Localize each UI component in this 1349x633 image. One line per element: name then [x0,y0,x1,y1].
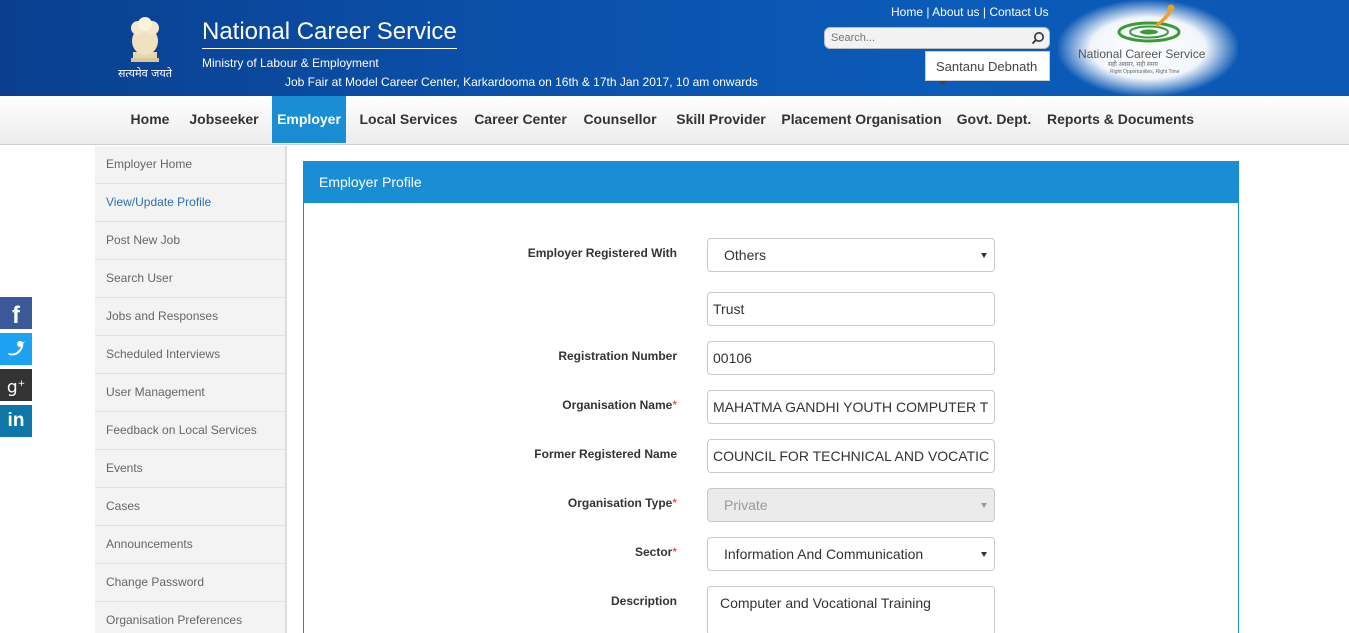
sidebar-item-jobs-and-responses[interactable]: Jobs and Responses [95,298,285,336]
former-registered-name-input[interactable]: COUNCIL FOR TECHNICAL AND VOCATIC [707,439,995,473]
organisation-type-select: Private [707,488,995,522]
label-organisation-type: Organisation Type* [377,496,677,510]
ncs-logo-icon [1117,4,1181,43]
linkedin-icon[interactable]: in [0,405,32,437]
google-plus-icon[interactable]: g+ [0,369,32,401]
search-icon[interactable] [1031,31,1045,45]
nav-placement-organisation[interactable]: Placement Organisation [776,96,947,143]
sidebar-item-employer-home[interactable]: Employer Home [95,146,285,184]
employer-sidebar: Employer Home View/Update Profile Post N… [95,146,287,633]
facebook-icon[interactable]: f [0,297,32,329]
label-organisation-name: Organisation Name* [377,398,677,412]
emblem-icon [131,17,159,62]
sidebar-item-announcements[interactable]: Announcements [95,526,285,564]
label-text: Organisation Type [567,496,673,510]
twitter-bird-icon [8,341,25,356]
nav-local-services[interactable]: Local Services [350,96,467,143]
label-description: Description [377,594,677,608]
nav-home[interactable]: Home [120,96,180,143]
nav-counsellor[interactable]: Counsellor [574,96,666,143]
label-former-registered-name: Former Registered Name [377,447,677,461]
required-mark: * [672,496,677,510]
label-text: Sector [634,545,673,559]
label-employer-registered-with: Employer Registered With [377,246,677,260]
sidebar-item-post-new-job[interactable]: Post New Job [95,222,285,260]
about-us-link[interactable]: About us [932,5,979,19]
sidebar-item-feedback-local-services[interactable]: Feedback on Local Services [95,412,285,450]
search-input[interactable] [825,28,1020,48]
ncs-logo[interactable]: National Career Service सही अवसर, सही सम… [1058,0,1238,96]
nav-career-center[interactable]: Career Center [467,96,574,143]
top-links: Home | About us | Contact Us [891,5,1049,19]
search-box [824,27,1050,49]
nav-skill-provider[interactable]: Skill Provider [666,96,776,143]
label-text: Organisation Name [562,398,673,412]
logo-subtext: सही अवसर, सही समय [1108,62,1158,68]
emblem-motto: सत्यमेव जयते [117,67,172,80]
nav-employer[interactable]: Employer [272,96,346,143]
site-title[interactable]: National Career Service [202,18,457,49]
sidebar-item-organisation-preferences[interactable]: Organisation Preferences [95,602,285,633]
site-header: सत्यमेव जयते National Career Service Min… [0,0,1349,96]
label-sector: Sector* [377,545,677,559]
employer-profile-panel: Employer Profile Employer Registered Wit… [303,161,1239,633]
nav-reports-documents[interactable]: Reports & Documents [1041,96,1200,143]
caret-down-icon [939,80,947,85]
employer-registered-with-select[interactable]: Others [707,238,995,272]
national-emblem: सत्यमेव जयते [113,8,177,84]
sector-select[interactable]: Information And Communication [707,537,995,571]
sidebar-item-view-update-profile[interactable]: View/Update Profile [95,184,285,222]
sidebar-item-events[interactable]: Events [95,450,285,488]
label-registration-number: Registration Number [377,349,677,363]
nav-jobseeker[interactable]: Jobseeker [180,96,268,143]
contact-us-link[interactable]: Contact Us [989,5,1048,19]
sidebar-item-search-user[interactable]: Search User [95,260,285,298]
organisation-name-input[interactable]: MAHATMA GANDHI YOUTH COMPUTER T [707,390,995,424]
user-name: Santanu Debnath [936,59,1038,74]
sidebar-item-user-management[interactable]: User Management [95,374,285,412]
sidebar-item-scheduled-interviews[interactable]: Scheduled Interviews [95,336,285,374]
sidebar-item-cases[interactable]: Cases [95,488,285,526]
logo-text: National Career Service [1078,47,1206,61]
main-nav: Home Jobseeker Employer Local Services C… [0,96,1349,145]
news-ticker[interactable]: Job Fair at Model Career Center, Karkard… [285,75,758,89]
label-text: Employer Registered With [527,246,677,260]
user-dropdown[interactable]: Santanu Debnath [925,51,1050,85]
sidebar-item-change-password[interactable]: Change Password [95,564,285,602]
label-text: Description [610,594,677,608]
registered-with-other-input[interactable]: Trust [707,292,995,326]
required-mark: * [672,398,677,412]
label-text: Former Registered Name [534,447,677,461]
twitter-icon[interactable] [0,333,32,365]
logo-tagline: Right Opportunities, Right Time [1110,69,1180,75]
label-text: Registration Number [558,349,677,363]
panel-title: Employer Profile [304,162,1238,203]
description-textarea[interactable]: Computer and Vocational Training [707,586,995,633]
ministry-name: Ministry of Labour & Employment [202,56,379,70]
home-link[interactable]: Home [891,5,923,19]
required-mark: * [672,545,677,559]
nav-govt-dept[interactable]: Govt. Dept. [947,96,1041,143]
registration-number-input[interactable]: 00106 [707,341,995,375]
